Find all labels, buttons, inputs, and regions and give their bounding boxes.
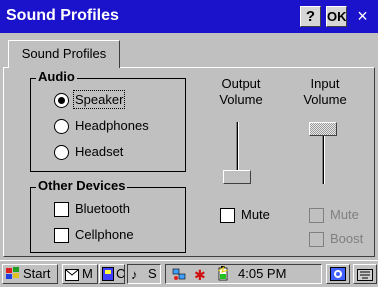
- cellphone-label[interactable]: Cellphone: [75, 227, 134, 242]
- desktop-button[interactable]: [326, 264, 350, 284]
- start-label: Start: [23, 266, 51, 281]
- title-bar: Sound Profiles ? OK ×: [0, 0, 378, 33]
- task-button-mail[interactable]: M: [62, 264, 98, 284]
- headset-radio[interactable]: [54, 145, 69, 160]
- window-title: Sound Profiles: [6, 7, 119, 24]
- bluetooth-checkbox[interactable]: [54, 202, 69, 217]
- help-button[interactable]: ?: [300, 6, 321, 27]
- other-devices-group-label: Other Devices: [36, 178, 128, 193]
- windows-flag-icon: [5, 266, 21, 287]
- headset-label[interactable]: Headset: [75, 144, 123, 159]
- system-tray: ✱ 4:05 PM: [165, 264, 322, 284]
- output-volume-label-line1: Output: [221, 76, 261, 91]
- input-mute-checkbox: [309, 208, 324, 223]
- taskbar: Start M C ♪ S ✱ 4:05 PM: [0, 260, 378, 285]
- task-label-sound: S: [148, 266, 157, 281]
- input-volume-label: Input Volume: [300, 76, 350, 108]
- audio-group-label: Audio: [36, 69, 77, 84]
- output-volume-slider-thumb[interactable]: [223, 170, 251, 184]
- desktop-icon: [330, 267, 346, 286]
- control-panel-icon: [102, 267, 114, 286]
- headphones-label[interactable]: Headphones: [75, 118, 149, 133]
- tab-sound-profiles[interactable]: Sound Profiles: [8, 40, 120, 68]
- tab-joint: [9, 66, 119, 68]
- network-icon[interactable]: [172, 267, 186, 286]
- task-label-mail: M: [82, 266, 93, 281]
- other-devices-group: [30, 187, 186, 253]
- sound-icon: ♪: [131, 267, 138, 282]
- ok-button[interactable]: OK: [326, 6, 347, 27]
- task-button-sound[interactable]: ♪ S: [127, 264, 161, 284]
- boost-label: Boost: [330, 231, 364, 246]
- boost-checkbox: [309, 232, 324, 247]
- bluetooth-label[interactable]: Bluetooth: [75, 201, 130, 216]
- headphones-radio[interactable]: [54, 119, 69, 134]
- close-button[interactable]: ×: [352, 6, 373, 27]
- clock[interactable]: 4:05 PM: [238, 265, 286, 283]
- mail-icon: [65, 268, 79, 286]
- output-mute-checkbox[interactable]: [220, 208, 235, 223]
- input-mute-label: Mute: [330, 207, 359, 222]
- keyboard-icon: [357, 268, 373, 286]
- input-volume-slider-thumb: [309, 122, 337, 136]
- input-volume-label-line1: Input: [310, 76, 340, 91]
- output-volume-label-line2: Volume: [219, 92, 263, 107]
- keyboard-button[interactable]: [353, 264, 377, 284]
- start-button[interactable]: Start: [2, 264, 58, 284]
- speaker-radio[interactable]: [54, 93, 69, 108]
- virus-icon[interactable]: ✱: [194, 266, 206, 284]
- task-button-control-panel[interactable]: C: [99, 264, 125, 284]
- tab-label: Sound Profiles: [21, 46, 107, 61]
- task-label-control-panel: C: [116, 266, 126, 281]
- speaker-label[interactable]: Speaker: [72, 90, 126, 109]
- cellphone-checkbox[interactable]: [54, 228, 69, 243]
- input-volume-label-line2: Volume: [303, 92, 347, 107]
- output-volume-label: Output Volume: [216, 76, 266, 108]
- battery-icon[interactable]: [216, 265, 230, 286]
- output-mute-label[interactable]: Mute: [241, 207, 270, 222]
